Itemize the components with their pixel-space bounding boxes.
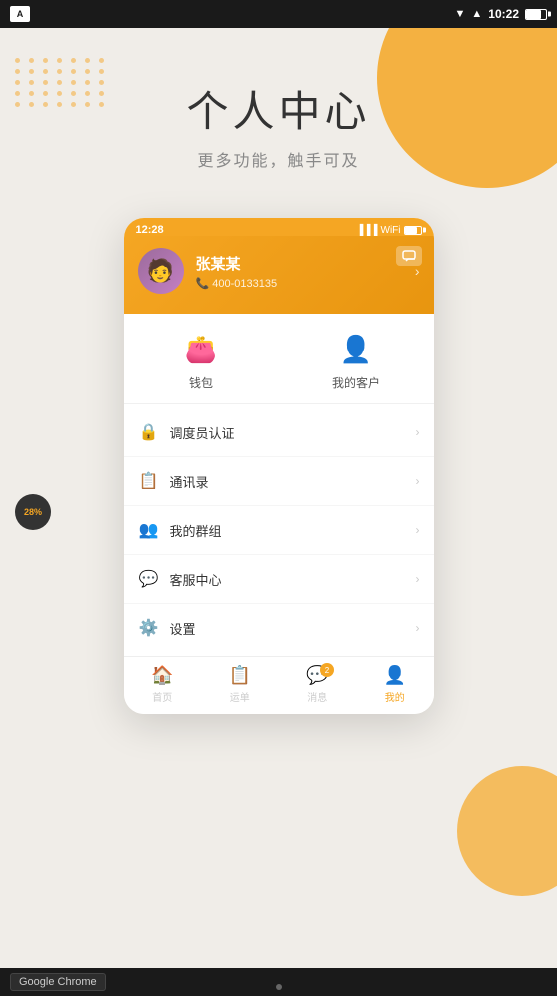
- phone-battery-icon: [404, 226, 422, 235]
- dispatcher-label: 调度员认证: [170, 423, 406, 442]
- menu-item-customer-service[interactable]: 💬 客服中心 ›: [124, 555, 434, 604]
- page-title: 个人中心: [0, 78, 557, 139]
- quick-actions: 👛 钱包 👤 我的客户: [124, 314, 434, 404]
- profile-info: 张某某 📞 400-0133135: [196, 253, 403, 290]
- status-right: ▼ ▲ 10:22: [455, 7, 547, 21]
- home-nav-label: 首页: [152, 689, 172, 704]
- dispatcher-arrow-icon: ›: [416, 425, 420, 439]
- title-section: 个人中心 更多功能，触手可及: [0, 78, 557, 171]
- groups-icon: 👥: [138, 519, 160, 541]
- wallet-label: 钱包: [189, 374, 213, 391]
- contacts-arrow-icon: ›: [416, 474, 420, 488]
- status-left: A: [10, 6, 30, 22]
- wallet-icon: 👛: [182, 330, 220, 368]
- settings-icon: ⚙️: [138, 617, 160, 639]
- settings-label: 设置: [170, 619, 406, 638]
- contacts-label: 通讯录: [170, 472, 406, 491]
- battery-fill: [526, 10, 541, 19]
- battery-icon: [525, 9, 547, 20]
- status-time: 10:22: [488, 7, 519, 21]
- progress-badge: 28%: [15, 494, 51, 530]
- main-screen: 个人中心 更多功能，触手可及 28% 12:28 ▐▐▐ WiFi: [0, 28, 557, 996]
- dispatcher-icon: 🔒: [138, 421, 160, 443]
- taskbar: Google Chrome: [0, 968, 557, 996]
- phone-time: 12:28: [136, 224, 164, 236]
- my-customers-icon: 👤: [337, 330, 375, 368]
- my-customers-label: 我的客户: [332, 374, 380, 391]
- menu-item-settings[interactable]: ⚙️ 设置 ›: [124, 604, 434, 652]
- contacts-icon: 📋: [138, 470, 160, 492]
- nav-waybill[interactable]: 📋 运单: [201, 665, 279, 704]
- messages-badge: 2: [320, 663, 334, 677]
- menu-item-contacts[interactable]: 📋 通讯录 ›: [124, 457, 434, 506]
- bg-circle-bottom-right: [457, 766, 557, 896]
- settings-arrow-icon: ›: [416, 621, 420, 635]
- signal-icon: ▲: [471, 8, 482, 20]
- customer-service-label: 客服中心: [170, 570, 406, 589]
- mine-nav-label: 我的: [385, 689, 405, 704]
- bottom-nav: 🏠 首页 📋 运单 💬 2 消息 👤 我的: [124, 656, 434, 714]
- waybill-nav-label: 运单: [230, 689, 250, 704]
- menu-item-dispatcher[interactable]: 🔒 调度员认证 ›: [124, 408, 434, 457]
- avatar: 🧑: [138, 248, 184, 294]
- nav-home[interactable]: 🏠 首页: [124, 665, 202, 704]
- avatar-image: 🧑: [147, 258, 174, 284]
- waybill-nav-icon: 📋: [229, 665, 251, 686]
- taskbar-app-google-chrome[interactable]: Google Chrome: [10, 973, 106, 991]
- groups-label: 我的群组: [170, 521, 406, 540]
- messages-nav-label: 消息: [307, 689, 327, 704]
- phone-mockup: 12:28 ▐▐▐ WiFi 🧑 张某某: [124, 218, 434, 714]
- taskbar-indicator: [276, 984, 282, 990]
- groups-arrow-icon: ›: [416, 523, 420, 537]
- customer-service-arrow-icon: ›: [416, 572, 420, 586]
- action-my-customers[interactable]: 👤 我的客户: [279, 330, 434, 391]
- chat-icon[interactable]: [396, 246, 422, 266]
- nav-messages[interactable]: 💬 2 消息: [279, 665, 357, 704]
- wifi-icon: ▼: [455, 8, 466, 20]
- phone-status-bar: 12:28 ▐▐▐ WiFi: [124, 218, 434, 236]
- action-wallet[interactable]: 👛 钱包: [124, 330, 279, 391]
- phone-battery-fill: [405, 227, 417, 234]
- nav-mine[interactable]: 👤 我的: [356, 665, 434, 704]
- profile-name: 张某某: [196, 253, 403, 274]
- phone-status-icons: ▐▐▐ WiFi: [356, 225, 421, 236]
- status-bar: A ▼ ▲ 10:22: [0, 0, 557, 28]
- profile-header[interactable]: 🧑 张某某 📞 400-0133135 ›: [124, 236, 434, 314]
- profile-phone: 📞 400-0133135: [196, 277, 403, 290]
- page-subtitle: 更多功能，触手可及: [0, 147, 557, 171]
- phone-wifi-icon: WiFi: [381, 225, 401, 236]
- app-icon: A: [10, 6, 30, 22]
- menu-item-groups[interactable]: 👥 我的群组 ›: [124, 506, 434, 555]
- home-nav-icon: 🏠: [151, 665, 173, 686]
- phone-signal-icon: ▐▐▐: [356, 225, 377, 236]
- customer-service-icon: 💬: [138, 568, 160, 590]
- menu-list: 🔒 调度员认证 › 📋 通讯录 › 👥 我的群组 › 💬 客服中心 › ⚙️: [124, 404, 434, 656]
- mine-nav-icon: 👤: [384, 665, 406, 686]
